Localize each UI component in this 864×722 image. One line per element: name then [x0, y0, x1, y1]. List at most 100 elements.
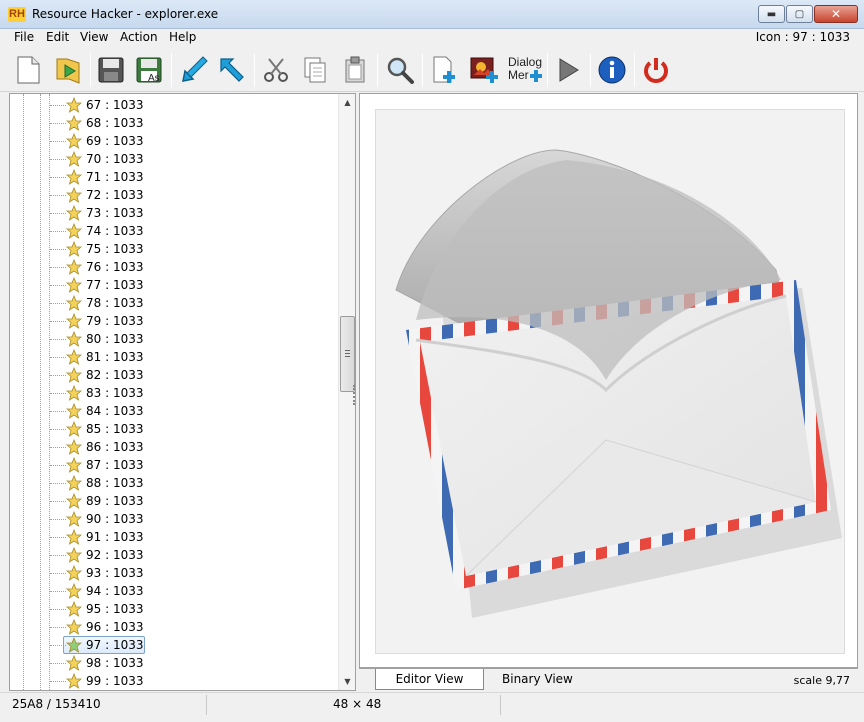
tree-item[interactable]: 74 : 1033 — [10, 222, 330, 240]
paste-icon — [345, 56, 365, 83]
app-logo: RH — [8, 7, 26, 22]
tree-connector — [50, 285, 66, 286]
scroll-down-arrow-icon[interactable]: ▼ — [339, 673, 355, 690]
tree-item[interactable]: 92 : 1033 — [10, 546, 330, 564]
resource-indicator: Icon : 97 : 1033 — [755, 30, 850, 44]
menu-edit[interactable]: Edit — [46, 30, 69, 44]
tree-item[interactable]: 97 : 1033 — [10, 636, 330, 654]
tree-connector — [50, 663, 66, 664]
menu-help[interactable]: Help — [169, 30, 196, 44]
tree-item[interactable]: 70 : 1033 — [10, 150, 330, 168]
tree-connector — [50, 321, 66, 322]
add-image-resource-button[interactable] — [466, 52, 502, 88]
tree-connector — [50, 411, 66, 412]
tree-item[interactable]: 68 : 1033 — [10, 114, 330, 132]
tree-item-label: 80 : 1033 — [86, 332, 144, 346]
tree-item[interactable]: 98 : 1033 — [10, 654, 330, 672]
tree-item-label: 94 : 1033 — [86, 584, 144, 598]
new-button[interactable] — [10, 52, 46, 88]
menu-file[interactable]: File — [14, 30, 34, 44]
tree-item[interactable]: 76 : 1033 — [10, 258, 330, 276]
tree-item-label: 87 : 1033 — [86, 458, 144, 472]
paste-button[interactable] — [337, 52, 373, 88]
tree-item[interactable]: 77 : 1033 — [10, 276, 330, 294]
tree-connector — [50, 393, 66, 394]
tree-connector — [50, 555, 66, 556]
tree-connector — [50, 177, 66, 178]
tree-item[interactable]: 75 : 1033 — [10, 240, 330, 258]
open-button[interactable] — [50, 52, 86, 88]
tree-item-label: 67 : 1033 — [86, 98, 144, 112]
exit-icon — [644, 58, 668, 83]
star-icon — [66, 313, 82, 329]
tree-connector — [50, 123, 66, 124]
save-as-button[interactable]: As — [131, 52, 167, 88]
toolbar-separator — [254, 53, 255, 87]
about-button[interactable] — [594, 52, 630, 88]
tree-item-label: 84 : 1033 — [86, 404, 144, 418]
tree-connector — [50, 267, 66, 268]
tab-editor-view[interactable]: Editor View — [375, 669, 484, 690]
tree-item-label: 76 : 1033 — [86, 260, 144, 274]
scroll-thumb[interactable] — [340, 316, 355, 392]
tree-connector — [50, 339, 66, 340]
scroll-up-arrow-icon[interactable]: ▲ — [339, 94, 355, 111]
editor-pane — [359, 93, 858, 668]
window-title: Resource Hacker - explorer.exe — [32, 7, 219, 21]
tree-item[interactable]: 81 : 1033 — [10, 348, 330, 366]
menu-action[interactable]: Action — [120, 30, 158, 44]
star-icon — [66, 421, 82, 437]
tree-item[interactable]: 89 : 1033 — [10, 492, 330, 510]
resource-tree[interactable]: 67 : 1033 68 : 1033 69 : 1033 70 : 1033 71 :… — [9, 93, 356, 691]
tree-item[interactable]: 85 : 1033 — [10, 420, 330, 438]
import-button[interactable] — [176, 52, 212, 88]
tree-item[interactable]: 96 : 1033 — [10, 618, 330, 636]
tree-item[interactable]: 67 : 1033 — [10, 96, 330, 114]
tree-item[interactable]: 72 : 1033 — [10, 186, 330, 204]
star-icon — [66, 475, 82, 491]
tree-item[interactable]: 95 : 1033 — [10, 600, 330, 618]
dialog-merge-icon: Dialog Mer — [505, 54, 543, 86]
star-icon — [66, 619, 82, 635]
tree-item[interactable]: 73 : 1033 — [10, 204, 330, 222]
tab-binary-view[interactable]: Binary View — [502, 672, 573, 686]
copy-button[interactable] — [297, 52, 333, 88]
tree-item[interactable]: 83 : 1033 — [10, 384, 330, 402]
star-icon — [66, 331, 82, 347]
tree-item[interactable]: 93 : 1033 — [10, 564, 330, 582]
dialog-label: Dialog — [508, 55, 543, 69]
tree-item[interactable]: 82 : 1033 — [10, 366, 330, 384]
toolbar-separator — [634, 53, 635, 87]
tree-item[interactable]: 79 : 1033 — [10, 312, 330, 330]
window-controls: ▬ ▢ ✕ — [757, 5, 858, 23]
export-icon — [220, 58, 244, 82]
tree-item[interactable]: 91 : 1033 — [10, 528, 330, 546]
grip-icon — [345, 350, 350, 357]
menu-view[interactable]: View — [80, 30, 108, 44]
run-button[interactable] — [550, 52, 586, 88]
dialog-merge-button[interactable]: Dialog Mer — [504, 52, 544, 88]
cut-button[interactable] — [258, 52, 294, 88]
tree-item[interactable]: 78 : 1033 — [10, 294, 330, 312]
minimize-button[interactable]: ▬ — [758, 5, 785, 23]
export-button[interactable] — [214, 52, 250, 88]
tree-item[interactable]: 86 : 1033 — [10, 438, 330, 456]
tree-item[interactable]: 94 : 1033 — [10, 582, 330, 600]
exit-button[interactable] — [638, 52, 674, 88]
scale-indicator: scale 9,77 — [793, 674, 850, 687]
tree-item[interactable]: 80 : 1033 — [10, 330, 330, 348]
tree-item[interactable]: 99 : 1033 — [10, 672, 330, 690]
star-icon — [66, 187, 82, 203]
tree-item[interactable]: 71 : 1033 — [10, 168, 330, 186]
find-button[interactable] — [382, 52, 418, 88]
close-button[interactable]: ✕ — [814, 5, 858, 23]
save-button[interactable] — [93, 52, 129, 88]
add-blank-resource-button[interactable] — [426, 52, 462, 88]
tree-item[interactable]: 87 : 1033 — [10, 456, 330, 474]
info-icon — [598, 56, 626, 84]
tree-item[interactable]: 88 : 1033 — [10, 474, 330, 492]
tree-item[interactable]: 69 : 1033 — [10, 132, 330, 150]
tree-item[interactable]: 90 : 1033 — [10, 510, 330, 528]
tree-item[interactable]: 84 : 1033 — [10, 402, 330, 420]
maximize-button[interactable]: ▢ — [786, 5, 813, 23]
